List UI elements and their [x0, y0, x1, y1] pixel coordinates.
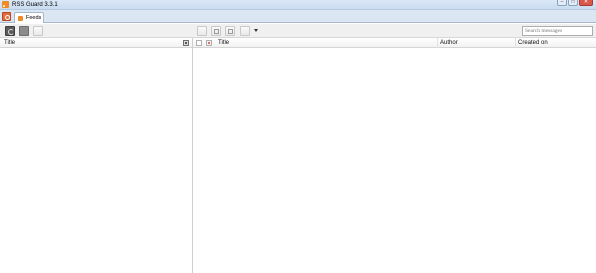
tab-label: Feeds [26, 15, 42, 21]
window-title: RSS Guard 3.3.1 [12, 2, 58, 8]
tab-feeds[interactable]: Feeds [14, 12, 44, 23]
stop-button[interactable] [19, 26, 29, 36]
search-input[interactable] [522, 26, 593, 36]
add-feed-button[interactable] [33, 26, 43, 36]
column-separator [515, 38, 516, 48]
rss-icon [18, 16, 23, 21]
toolbar [0, 24, 596, 38]
read-status-icon[interactable] [196, 40, 202, 46]
chevron-down-icon[interactable] [254, 29, 258, 32]
mark-read-button[interactable] [197, 26, 207, 36]
close-button[interactable]: ✕ [579, 0, 593, 6]
author-column-header[interactable]: Author [440, 40, 458, 47]
title-bar: RSS Guard 3.3.1 – □ ✕ [0, 0, 596, 10]
messages-pane[interactable]: Title Author Created on [193, 38, 596, 273]
messages-header: Title Author Created on [193, 38, 596, 48]
delete-message-button[interactable] [225, 26, 235, 36]
mark-important-button[interactable] [211, 26, 221, 36]
column-separator [437, 38, 438, 48]
grid-icon [214, 29, 219, 34]
tab-bar: Feeds [0, 10, 596, 23]
minimize-button[interactable]: – [557, 0, 567, 6]
feeds-title-header[interactable]: Title [4, 40, 15, 47]
maximize-button[interactable]: □ [568, 0, 578, 6]
main-menu-button[interactable] [2, 12, 11, 21]
update-all-feeds-button[interactable] [5, 26, 15, 36]
feeds-pane[interactable]: Title [0, 38, 193, 273]
created-on-column-header[interactable]: Created on [518, 40, 548, 47]
expand-icon[interactable] [183, 40, 189, 46]
rss-icon [2, 1, 9, 8]
feeds-header: Title [0, 38, 192, 48]
title-column-header[interactable]: Title [218, 40, 229, 47]
important-icon[interactable] [206, 40, 212, 46]
window-controls: – □ ✕ [557, 0, 593, 6]
open-in-browser-button[interactable] [240, 26, 250, 36]
page-icon [228, 29, 233, 34]
